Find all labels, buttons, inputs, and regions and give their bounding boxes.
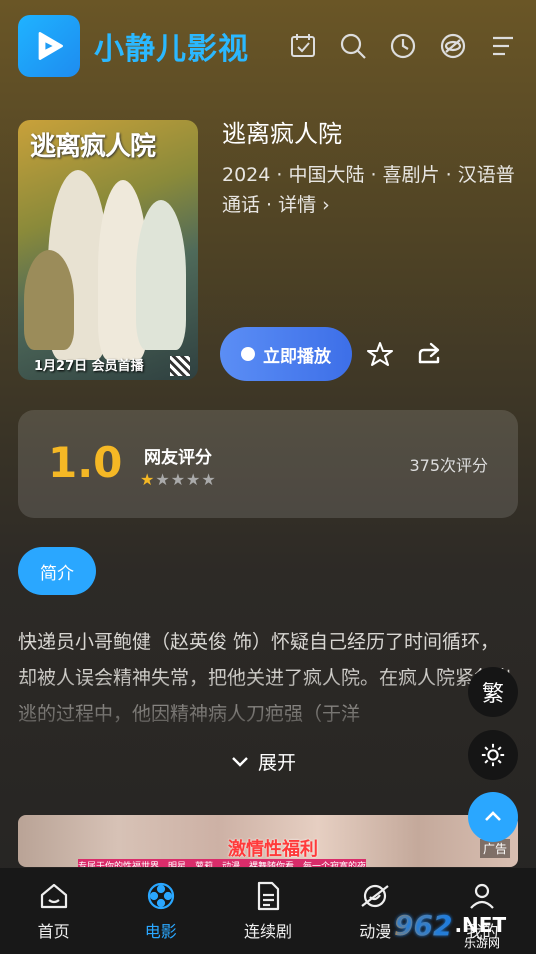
movie-poster[interactable]: 逃离疯人院 1月27日 会员首播 xyxy=(18,120,198,380)
play-logo-icon xyxy=(38,32,63,60)
play-now-label: 立即播放 xyxy=(263,346,331,367)
rating-star-icon: ★ xyxy=(155,470,170,489)
ad-banner-title: 激情性福利 xyxy=(228,839,318,860)
traditional-label: 繁 xyxy=(481,682,504,707)
play-dot-icon xyxy=(241,347,255,361)
calendar-check-icon[interactable] xyxy=(288,31,318,61)
rating-score: 1.0 xyxy=(48,438,123,487)
search-icon[interactable] xyxy=(338,31,368,61)
movie-title: 逃离疯人院 xyxy=(222,120,342,148)
movie-meta[interactable]: 2024 · 中国大陆 · 喜剧片 · 汉语普通话 · 详情 › xyxy=(222,160,522,220)
favorite-star-icon[interactable] xyxy=(366,340,394,368)
tab-label: 首页 xyxy=(37,922,70,941)
rating-star-icon: ★ xyxy=(140,470,155,489)
eye-slash-icon[interactable] xyxy=(438,31,468,61)
rating-card: 1.0 网友评分 ★ ★ ★ ★ ★ 375次评分 xyxy=(18,410,518,518)
synopsis-text: 快递员小哥鲍健（赵英俊 饰）怀疑自己经历了时间循环，却被人误会精神失常，把他关进… xyxy=(18,631,513,725)
tab-label: 连续剧 xyxy=(244,922,293,941)
watermark-sub: 乐游网 xyxy=(464,936,501,950)
chevron-up-icon xyxy=(485,811,501,821)
back-to-top-button[interactable] xyxy=(468,792,518,842)
rating-label: 网友评分 xyxy=(144,448,212,468)
expand-button[interactable]: 展开 xyxy=(230,748,296,775)
ad-banner[interactable]: 激情性福利 广告 专属于你的性福世界，明星、萝莉、动漫、裸舞随你看，每一个寂寞的… xyxy=(18,815,518,867)
history-icon[interactable] xyxy=(388,31,418,61)
home-icon xyxy=(40,883,67,909)
rating-count: 375次评分 xyxy=(409,456,488,475)
planet-icon xyxy=(361,884,389,908)
play-now-button[interactable]: 立即播放 xyxy=(220,327,352,381)
tab-label: 电影 xyxy=(144,922,177,941)
app-title: 小静儿影视 xyxy=(94,32,249,67)
expand-label: 展开 xyxy=(258,752,297,774)
rating-star-icon: ★ xyxy=(186,470,201,489)
app-logo xyxy=(18,15,80,77)
rating-star-icon: ★ xyxy=(201,470,216,489)
traditional-chinese-button[interactable]: 繁 xyxy=(468,667,518,717)
poster-figure xyxy=(136,200,186,350)
chevron-down-icon xyxy=(232,756,248,767)
rating-star-icon: ★ xyxy=(170,470,186,489)
ad-banner-subtitle: 专属于你的性福世界，明星、萝莉、动漫、裸舞随你看，每一个寂寞的夜 xyxy=(78,859,367,867)
menu-icon[interactable] xyxy=(488,31,518,61)
app-header: 小静儿影视 xyxy=(18,14,518,78)
site-watermark: 962 .NET 乐游网 xyxy=(394,900,530,951)
document-icon xyxy=(257,881,280,911)
tab-intro[interactable]: 简介 xyxy=(18,547,96,595)
film-reel-icon xyxy=(147,882,174,910)
poster-figure xyxy=(24,250,74,350)
poster-title: 逃离疯人院 xyxy=(30,132,156,162)
brightness-button[interactable] xyxy=(468,730,518,780)
watermark-number: 962 xyxy=(394,908,453,942)
tab-series[interactable]: 连续剧 xyxy=(214,868,321,954)
rating-stars: ★ ★ ★ ★ ★ xyxy=(140,470,216,489)
poster-date: 1月27日 会员首播 xyxy=(34,359,144,374)
tab-home[interactable]: 首页 xyxy=(0,868,107,954)
sun-icon xyxy=(481,743,505,767)
poster-qr-code xyxy=(170,356,190,376)
tab-label: 动漫 xyxy=(359,922,392,941)
share-icon[interactable] xyxy=(416,340,444,368)
tab-movie[interactable]: 电影 xyxy=(107,868,214,954)
